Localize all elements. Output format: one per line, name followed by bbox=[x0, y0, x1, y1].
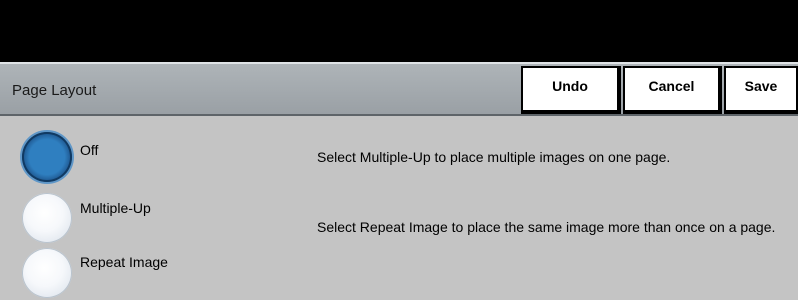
option-multiple-up[interactable]: Multiple-Up bbox=[22, 193, 194, 245]
radio-repeat-image[interactable] bbox=[22, 248, 72, 298]
radio-multiple-up[interactable] bbox=[22, 193, 72, 243]
repeat-image-description: Select Repeat Image to place the same im… bbox=[317, 219, 776, 235]
multiple-up-description: Select Multiple-Up to place multiple ima… bbox=[317, 149, 671, 165]
option-off[interactable]: Off bbox=[22, 132, 194, 184]
layout-options-panel: Off Multiple-Up Repeat Image Select Mult… bbox=[0, 116, 798, 300]
option-off-label: Off bbox=[80, 142, 99, 158]
option-repeat-image-label: Repeat Image bbox=[80, 254, 168, 270]
save-button[interactable]: Save bbox=[724, 66, 798, 114]
page-title: Page Layout bbox=[12, 82, 97, 99]
option-repeat-image[interactable]: Repeat Image bbox=[22, 248, 194, 300]
top-bar bbox=[0, 0, 798, 62]
header-bar: Page Layout Undo Cancel Save bbox=[0, 62, 798, 116]
radio-off[interactable] bbox=[22, 132, 72, 182]
undo-button[interactable]: Undo bbox=[521, 66, 621, 114]
cancel-button[interactable]: Cancel bbox=[623, 66, 722, 114]
option-multiple-up-label: Multiple-Up bbox=[80, 200, 151, 216]
